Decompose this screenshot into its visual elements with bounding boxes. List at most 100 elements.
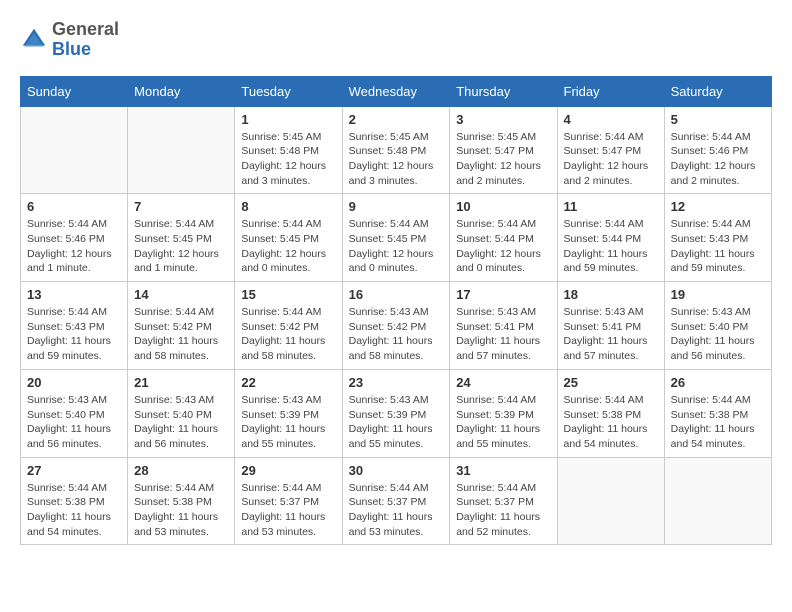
calendar-cell: 6 Sunrise: 5:44 AM Sunset: 5:46 PM Daylig… bbox=[21, 194, 128, 282]
calendar-cell: 1 Sunrise: 5:45 AM Sunset: 5:48 PM Daylig… bbox=[235, 106, 342, 194]
day-info: Sunrise: 5:44 AM Sunset: 5:45 PM Dayligh… bbox=[349, 217, 444, 276]
calendar-cell bbox=[21, 106, 128, 194]
day-number: 28 bbox=[134, 463, 228, 478]
calendar-cell: 4 Sunrise: 5:44 AM Sunset: 5:47 PM Daylig… bbox=[557, 106, 664, 194]
day-number: 3 bbox=[456, 112, 550, 127]
week-row-3: 13 Sunrise: 5:44 AM Sunset: 5:43 PM Dayli… bbox=[21, 282, 772, 370]
day-number: 17 bbox=[456, 287, 550, 302]
day-info: Sunrise: 5:44 AM Sunset: 5:37 PM Dayligh… bbox=[349, 481, 444, 540]
logo: General Blue bbox=[20, 20, 119, 60]
day-number: 10 bbox=[456, 199, 550, 214]
day-info: Sunrise: 5:45 AM Sunset: 5:48 PM Dayligh… bbox=[349, 130, 444, 189]
day-info: Sunrise: 5:44 AM Sunset: 5:38 PM Dayligh… bbox=[27, 481, 121, 540]
day-number: 8 bbox=[241, 199, 335, 214]
day-info: Sunrise: 5:44 AM Sunset: 5:38 PM Dayligh… bbox=[671, 393, 765, 452]
weekday-thursday: Thursday bbox=[450, 76, 557, 106]
day-info: Sunrise: 5:44 AM Sunset: 5:43 PM Dayligh… bbox=[671, 217, 765, 276]
day-number: 6 bbox=[27, 199, 121, 214]
day-info: Sunrise: 5:44 AM Sunset: 5:45 PM Dayligh… bbox=[241, 217, 335, 276]
day-number: 12 bbox=[671, 199, 765, 214]
day-info: Sunrise: 5:44 AM Sunset: 5:43 PM Dayligh… bbox=[27, 305, 121, 364]
weekday-tuesday: Tuesday bbox=[235, 76, 342, 106]
day-info: Sunrise: 5:44 AM Sunset: 5:38 PM Dayligh… bbox=[134, 481, 228, 540]
day-number: 4 bbox=[564, 112, 658, 127]
day-info: Sunrise: 5:43 AM Sunset: 5:41 PM Dayligh… bbox=[456, 305, 550, 364]
week-row-5: 27 Sunrise: 5:44 AM Sunset: 5:38 PM Dayli… bbox=[21, 457, 772, 545]
week-row-4: 20 Sunrise: 5:43 AM Sunset: 5:40 PM Dayli… bbox=[21, 369, 772, 457]
day-info: Sunrise: 5:44 AM Sunset: 5:38 PM Dayligh… bbox=[564, 393, 658, 452]
day-info: Sunrise: 5:44 AM Sunset: 5:42 PM Dayligh… bbox=[134, 305, 228, 364]
calendar-cell: 5Sunrise: 5:44 AM Sunset: 5:46 PM Daylig… bbox=[664, 106, 771, 194]
page-header: General Blue bbox=[20, 20, 772, 60]
calendar-cell: 18Sunrise: 5:43 AM Sunset: 5:41 PM Dayli… bbox=[557, 282, 664, 370]
logo-icon bbox=[20, 26, 48, 54]
calendar-table: SundayMondayTuesdayWednesdayThursdayFrid… bbox=[20, 76, 772, 546]
day-number: 15 bbox=[241, 287, 335, 302]
calendar-cell bbox=[664, 457, 771, 545]
day-info: Sunrise: 5:45 AM Sunset: 5:48 PM Dayligh… bbox=[241, 130, 335, 189]
day-info: Sunrise: 5:44 AM Sunset: 5:47 PM Dayligh… bbox=[564, 130, 658, 189]
day-number: 27 bbox=[27, 463, 121, 478]
calendar-cell: 21 Sunrise: 5:43 AM Sunset: 5:40 PM Dayli… bbox=[128, 369, 235, 457]
calendar-cell: 22Sunrise: 5:43 AM Sunset: 5:39 PM Dayli… bbox=[235, 369, 342, 457]
day-info: Sunrise: 5:44 AM Sunset: 5:46 PM Dayligh… bbox=[27, 217, 121, 276]
day-number: 24 bbox=[456, 375, 550, 390]
calendar-cell: 24Sunrise: 5:44 AM Sunset: 5:39 PM Dayli… bbox=[450, 369, 557, 457]
calendar-cell: 9 Sunrise: 5:44 AM Sunset: 5:45 PM Daylig… bbox=[342, 194, 450, 282]
week-row-2: 6 Sunrise: 5:44 AM Sunset: 5:46 PM Daylig… bbox=[21, 194, 772, 282]
day-number: 18 bbox=[564, 287, 658, 302]
day-number: 26 bbox=[671, 375, 765, 390]
day-info: Sunrise: 5:44 AM Sunset: 5:44 PM Dayligh… bbox=[456, 217, 550, 276]
day-info: Sunrise: 5:43 AM Sunset: 5:39 PM Dayligh… bbox=[241, 393, 335, 452]
calendar-cell bbox=[128, 106, 235, 194]
day-number: 13 bbox=[27, 287, 121, 302]
logo-general: General bbox=[52, 19, 119, 39]
calendar-cell: 15 Sunrise: 5:44 AM Sunset: 5:42 PM Dayli… bbox=[235, 282, 342, 370]
day-number: 21 bbox=[134, 375, 228, 390]
logo-blue: Blue bbox=[52, 39, 91, 59]
day-number: 20 bbox=[27, 375, 121, 390]
day-number: 11 bbox=[564, 199, 658, 214]
calendar-cell: 23 Sunrise: 5:43 AM Sunset: 5:39 PM Dayli… bbox=[342, 369, 450, 457]
day-info: Sunrise: 5:44 AM Sunset: 5:42 PM Dayligh… bbox=[241, 305, 335, 364]
day-info: Sunrise: 5:43 AM Sunset: 5:42 PM Dayligh… bbox=[349, 305, 444, 364]
day-number: 1 bbox=[241, 112, 335, 127]
calendar-cell: 3 Sunrise: 5:45 AM Sunset: 5:47 PM Daylig… bbox=[450, 106, 557, 194]
calendar-cell: 20 Sunrise: 5:43 AM Sunset: 5:40 PM Dayli… bbox=[21, 369, 128, 457]
weekday-header-row: SundayMondayTuesdayWednesdayThursdayFrid… bbox=[21, 76, 772, 106]
calendar-cell: 11 Sunrise: 5:44 AM Sunset: 5:44 PM Dayli… bbox=[557, 194, 664, 282]
calendar-cell: 8 Sunrise: 5:44 AM Sunset: 5:45 PM Daylig… bbox=[235, 194, 342, 282]
calendar-cell: 17 Sunrise: 5:43 AM Sunset: 5:41 PM Dayli… bbox=[450, 282, 557, 370]
day-number: 29 bbox=[241, 463, 335, 478]
calendar-cell: 19Sunrise: 5:43 AM Sunset: 5:40 PM Dayli… bbox=[664, 282, 771, 370]
day-number: 2 bbox=[349, 112, 444, 127]
day-number: 14 bbox=[134, 287, 228, 302]
calendar-cell: 26 Sunrise: 5:44 AM Sunset: 5:38 PM Dayli… bbox=[664, 369, 771, 457]
weekday-saturday: Saturday bbox=[664, 76, 771, 106]
week-row-1: 1 Sunrise: 5:45 AM Sunset: 5:48 PM Daylig… bbox=[21, 106, 772, 194]
weekday-friday: Friday bbox=[557, 76, 664, 106]
weekday-monday: Monday bbox=[128, 76, 235, 106]
day-number: 23 bbox=[349, 375, 444, 390]
day-info: Sunrise: 5:43 AM Sunset: 5:40 PM Dayligh… bbox=[27, 393, 121, 452]
day-info: Sunrise: 5:45 AM Sunset: 5:47 PM Dayligh… bbox=[456, 130, 550, 189]
day-info: Sunrise: 5:44 AM Sunset: 5:46 PM Dayligh… bbox=[671, 130, 765, 189]
calendar-cell: 25 Sunrise: 5:44 AM Sunset: 5:38 PM Dayli… bbox=[557, 369, 664, 457]
calendar-cell: 30Sunrise: 5:44 AM Sunset: 5:37 PM Dayli… bbox=[342, 457, 450, 545]
calendar-cell: 13 Sunrise: 5:44 AM Sunset: 5:43 PM Dayli… bbox=[21, 282, 128, 370]
calendar-cell: 16 Sunrise: 5:43 AM Sunset: 5:42 PM Dayli… bbox=[342, 282, 450, 370]
calendar-cell: 7Sunrise: 5:44 AM Sunset: 5:45 PM Daylig… bbox=[128, 194, 235, 282]
weekday-sunday: Sunday bbox=[21, 76, 128, 106]
day-info: Sunrise: 5:43 AM Sunset: 5:39 PM Dayligh… bbox=[349, 393, 444, 452]
day-info: Sunrise: 5:43 AM Sunset: 5:40 PM Dayligh… bbox=[134, 393, 228, 452]
calendar-cell: 14 Sunrise: 5:44 AM Sunset: 5:42 PM Dayli… bbox=[128, 282, 235, 370]
day-info: Sunrise: 5:44 AM Sunset: 5:44 PM Dayligh… bbox=[564, 217, 658, 276]
calendar-cell bbox=[557, 457, 664, 545]
day-info: Sunrise: 5:44 AM Sunset: 5:37 PM Dayligh… bbox=[241, 481, 335, 540]
day-number: 16 bbox=[349, 287, 444, 302]
day-number: 25 bbox=[564, 375, 658, 390]
day-number: 9 bbox=[349, 199, 444, 214]
weekday-wednesday: Wednesday bbox=[342, 76, 450, 106]
calendar-cell: 28 Sunrise: 5:44 AM Sunset: 5:38 PM Dayli… bbox=[128, 457, 235, 545]
calendar-cell: 31Sunrise: 5:44 AM Sunset: 5:37 PM Dayli… bbox=[450, 457, 557, 545]
